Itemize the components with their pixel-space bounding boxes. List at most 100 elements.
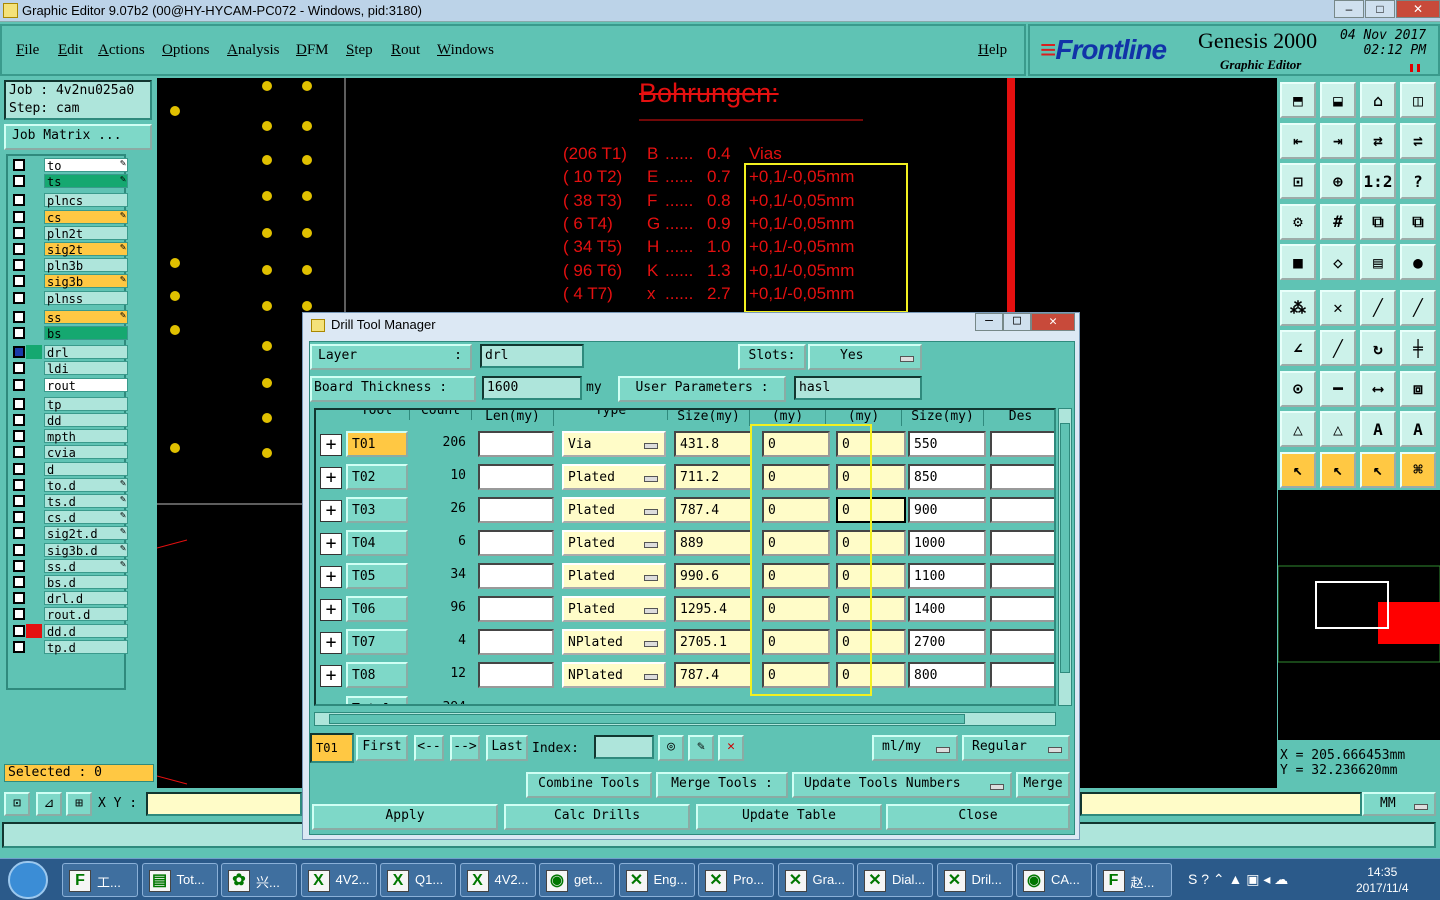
tool-row[interactable]: + T04 6 Plated 889 0 0 1000 bbox=[316, 527, 1054, 560]
len-input[interactable] bbox=[478, 662, 554, 688]
expand-row-icon[interactable]: + bbox=[320, 500, 342, 522]
slash-icon[interactable]: ╱ bbox=[1320, 330, 1356, 366]
layer-row[interactable]: bs bbox=[10, 326, 128, 341]
des-input[interactable] bbox=[990, 431, 1054, 457]
clock[interactable]: 14:35 2017/11/4 bbox=[1356, 864, 1409, 896]
size-input[interactable]: 431.8 bbox=[674, 431, 752, 457]
units-dropdown[interactable]: MM bbox=[1362, 792, 1436, 816]
layer-name[interactable]: ts.d bbox=[44, 494, 128, 509]
layer-checkbox[interactable] bbox=[13, 291, 25, 304]
layer-row[interactable]: drl.d bbox=[10, 591, 128, 606]
xy-input[interactable] bbox=[146, 792, 302, 816]
layer-name[interactable]: sig2t bbox=[44, 242, 128, 257]
layer-name[interactable]: rout.d bbox=[44, 607, 128, 622]
layer-checkbox[interactable] bbox=[13, 378, 25, 391]
expand-row-icon[interactable]: + bbox=[320, 533, 342, 555]
menu-analysis[interactable]: Analysis bbox=[227, 42, 280, 59]
layer-name[interactable]: cs.d bbox=[44, 510, 128, 525]
command-input[interactable] bbox=[1080, 792, 1362, 816]
layers-alt-icon[interactable]: ⧉ bbox=[1400, 203, 1436, 240]
grid-icon[interactable]: # bbox=[1320, 203, 1356, 240]
size-input[interactable]: 1295.4 bbox=[674, 596, 752, 622]
layer-row[interactable]: to.d ✎ bbox=[10, 477, 128, 493]
bar-icon[interactable]: ━ bbox=[1320, 370, 1356, 407]
len-input[interactable] bbox=[478, 563, 554, 589]
layer-row[interactable]: to ✎ bbox=[10, 158, 128, 173]
des-input[interactable] bbox=[990, 530, 1054, 556]
tol-minus-input[interactable]: 0 bbox=[836, 596, 906, 622]
angle-icon[interactable]: ∠ bbox=[1280, 330, 1316, 366]
layers-icon[interactable]: ⧉ bbox=[1360, 203, 1396, 240]
layer-row[interactable]: plncs bbox=[10, 193, 128, 208]
board-thickness-field[interactable]: 1600 bbox=[482, 376, 582, 400]
tol-minus-input[interactable]: 0 bbox=[836, 563, 906, 589]
tool-name[interactable]: T02 bbox=[346, 464, 408, 490]
len-input[interactable] bbox=[478, 530, 554, 556]
layer-name[interactable]: mpth bbox=[44, 429, 128, 444]
layer-row[interactable]: rout.d bbox=[10, 607, 128, 622]
layer-name[interactable]: drl bbox=[44, 345, 128, 360]
grid-icon[interactable]: ⊞ bbox=[66, 792, 92, 816]
layer-checkbox[interactable] bbox=[13, 462, 25, 475]
expand-row-icon[interactable]: + bbox=[320, 467, 342, 489]
open-step-icon[interactable]: ⬓ bbox=[1320, 82, 1356, 118]
layer-row[interactable]: dd bbox=[10, 413, 128, 428]
type-dropdown[interactable]: Plated bbox=[562, 530, 666, 556]
len-input[interactable] bbox=[478, 497, 554, 523]
layer-row[interactable]: bs.d bbox=[10, 575, 128, 590]
layer-checkbox[interactable] bbox=[13, 159, 25, 171]
tool-name[interactable]: T05 bbox=[346, 563, 408, 589]
layer-row[interactable]: ts ✎ bbox=[10, 174, 128, 189]
taskbar-item[interactable]: F 赵... bbox=[1095, 863, 1172, 897]
tol-plus-input[interactable]: 0 bbox=[762, 530, 830, 556]
last-button[interactable]: Last bbox=[486, 735, 528, 761]
layer-name[interactable]: sig3b bbox=[44, 274, 128, 289]
layer-name[interactable]: rout bbox=[44, 377, 128, 393]
size-input[interactable]: 990.6 bbox=[674, 563, 752, 589]
scale-1-2-icon[interactable]: 1:2 bbox=[1360, 163, 1396, 199]
layer-field[interactable]: drl bbox=[480, 344, 584, 368]
layer-row[interactable]: cs.d ✎ bbox=[10, 510, 128, 525]
layer-name[interactable]: ldi bbox=[44, 361, 128, 376]
expand-row-icon[interactable]: + bbox=[320, 665, 342, 687]
triangle-icon[interactable]: △ bbox=[1280, 411, 1316, 447]
layer-name[interactable]: to bbox=[44, 158, 128, 173]
layer-row[interactable]: sig3b.d ✎ bbox=[10, 542, 128, 558]
layer-checkbox[interactable] bbox=[13, 527, 25, 540]
layer-name[interactable]: drl.d bbox=[44, 591, 128, 606]
apply-button[interactable]: Apply bbox=[312, 804, 498, 830]
layer-row[interactable]: ldi bbox=[10, 361, 128, 376]
index-field[interactable] bbox=[594, 735, 654, 759]
next-button[interactable]: --> bbox=[450, 735, 480, 761]
layer-name[interactable]: plncs bbox=[44, 193, 128, 208]
menu-rout[interactable]: Rout bbox=[391, 42, 420, 59]
layer-checkbox[interactable] bbox=[13, 327, 25, 339]
start-button[interactable] bbox=[8, 861, 48, 899]
tool-row[interactable]: + T02 10 Plated 711.2 0 0 850 bbox=[316, 461, 1054, 494]
window-icon[interactable]: ◫ bbox=[1400, 82, 1436, 118]
layer-name[interactable]: sig2t.d bbox=[44, 526, 128, 541]
flip-icon[interactable]: ⇄ bbox=[1360, 122, 1396, 159]
layer-checkbox[interactable] bbox=[13, 175, 25, 188]
layer-name[interactable]: bs bbox=[44, 326, 128, 341]
circle-icon[interactable]: ● bbox=[1400, 244, 1436, 280]
group-icon[interactable]: ⧈ bbox=[1400, 370, 1436, 407]
home-icon[interactable]: ⌂ bbox=[1360, 82, 1396, 118]
layer-checkbox[interactable] bbox=[13, 430, 25, 443]
layer-name[interactable]: ts bbox=[44, 174, 128, 189]
type-dropdown[interactable]: NPlated bbox=[562, 629, 666, 655]
layer-checkbox[interactable] bbox=[13, 275, 25, 288]
connect-icon[interactable]: ⁂ bbox=[1280, 289, 1316, 326]
layer-row[interactable]: sig2t ✎ bbox=[10, 242, 128, 257]
layer-checkbox[interactable] bbox=[13, 397, 25, 410]
menu-options[interactable]: Options bbox=[162, 42, 210, 59]
layer-row[interactable]: mpth bbox=[10, 429, 128, 444]
measure-icon[interactable]: ⊿ bbox=[36, 792, 62, 816]
export-icon[interactable]: ⇥ bbox=[1320, 122, 1356, 159]
finish-size-input[interactable]: 1100 bbox=[908, 563, 986, 589]
a-shape-alt-icon[interactable]: A bbox=[1400, 411, 1436, 447]
finish-size-input[interactable]: 800 bbox=[908, 662, 986, 688]
close-window-button[interactable]: ✕ bbox=[1396, 0, 1440, 18]
layer-checkbox[interactable] bbox=[13, 543, 25, 556]
layer-checkbox[interactable] bbox=[13, 608, 25, 621]
